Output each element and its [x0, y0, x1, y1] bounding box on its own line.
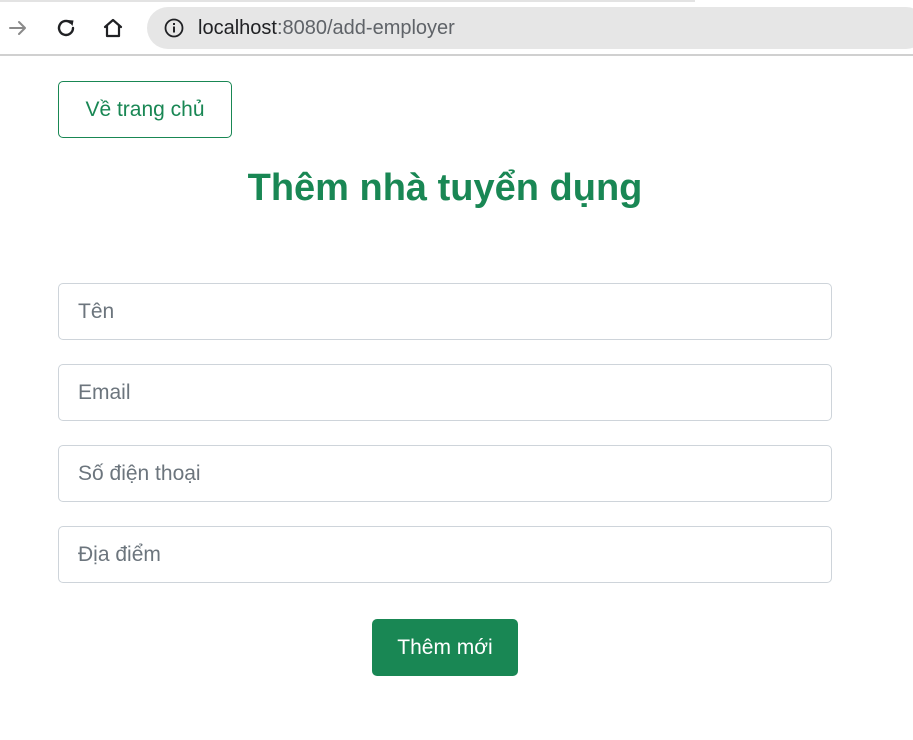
back-home-button[interactable]: Về trang chủ — [58, 81, 232, 138]
add-new-button[interactable]: Thêm mới — [372, 619, 518, 676]
url-path: :8080/add-employer — [276, 17, 455, 39]
phone-input[interactable] — [58, 445, 832, 502]
reload-button[interactable] — [50, 12, 82, 44]
forward-arrow-icon — [9, 21, 26, 35]
reload-icon — [57, 19, 75, 37]
forward-button[interactable] — [2, 12, 34, 44]
url-text[interactable]: localhost:8080/add-employer — [198, 17, 455, 39]
info-icon[interactable] — [164, 18, 184, 38]
url-host: localhost — [198, 17, 277, 39]
name-input[interactable] — [58, 283, 832, 340]
location-input[interactable] — [58, 526, 832, 583]
email-input[interactable] — [58, 364, 832, 421]
tab-strip-divider — [0, 0, 695, 2]
home-icon — [103, 18, 123, 38]
page-title: Thêm nhà tuyển dụng — [247, 167, 643, 209]
browser-toolbar: localhost:8080/add-employer — [0, 0, 913, 56]
home-button[interactable] — [97, 12, 129, 44]
address-bar[interactable]: localhost:8080/add-employer — [147, 7, 913, 49]
